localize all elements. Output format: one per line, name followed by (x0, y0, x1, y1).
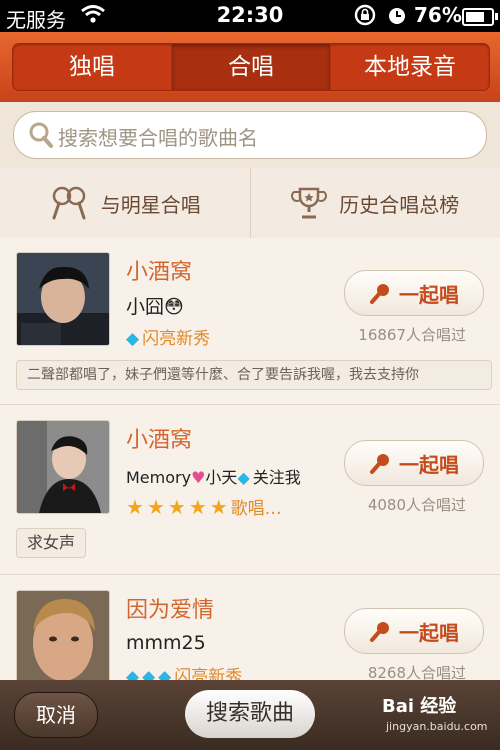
star-duet-label: 与明星合唱 (100, 192, 201, 217)
sing-together-button[interactable]: 一起唱 (344, 270, 484, 316)
cancel-button[interactable]: 取消 (14, 692, 98, 738)
user-name[interactable]: mmm25 (126, 632, 206, 654)
user-name-part: 小天 (205, 468, 238, 487)
quick-actions: 与明星合唱 历史合唱总榜 (0, 168, 500, 239)
diamond-icon: ◆ (126, 329, 140, 349)
heart-icon: ♥ (191, 468, 206, 487)
sing-together-label: 一起唱 (399, 282, 459, 307)
star-duet-button[interactable]: 与明星合唱 (0, 168, 251, 238)
microphone-icon (370, 284, 389, 304)
rotation-lock-icon (352, 3, 378, 32)
search-icon (28, 121, 54, 153)
search-placeholder: 搜索想要合唱的歌曲名 (58, 126, 258, 150)
star-icon: ★ (209, 495, 228, 519)
bottom-toolbar: 取消 搜索歌曲 Bai 经验 jingyan.baidu.com (0, 680, 500, 750)
user-name-part: Memory (126, 468, 192, 487)
microphone-icon (370, 454, 389, 474)
duet-count: 8268人合唱过 (367, 664, 466, 680)
watermark-logo: Bai 经验 (382, 696, 457, 717)
status-bar: 无服务 22:30 76% (0, 0, 500, 32)
avatar[interactable] (16, 590, 110, 680)
battery-percent: 76% (414, 3, 462, 27)
song-title[interactable]: 小酒窝 (126, 254, 192, 286)
sing-together-label: 一起唱 (399, 620, 459, 645)
level-label: 闪亮新秀 (142, 329, 211, 349)
sing-together-button[interactable]: 一起唱 (344, 440, 484, 486)
search-song-button[interactable]: 搜索歌曲 (185, 690, 315, 738)
search-input[interactable]: 搜索想要合唱的歌曲名 (13, 111, 487, 159)
tab-solo[interactable]: 独唱 (13, 44, 172, 90)
avatar[interactable] (16, 252, 110, 346)
star-icon: ★ (188, 495, 207, 519)
battery-fill (466, 12, 484, 22)
microphone-icon (370, 622, 389, 642)
request-tag: 求女声 (16, 528, 87, 558)
list-item[interactable]: 因为爱情 mmm25 ◆ ◆ ◆ 闪亮新秀 一起唱 8268人合唱过 (0, 574, 500, 680)
comment-bubble: 二聲部都唱了，妹子們還等什麼、合了要告訴我喔，我去支持你 (16, 360, 492, 390)
diamond-icon: ◆ (126, 667, 140, 680)
diamond-icon: ◆ (158, 667, 172, 680)
history-rank-label: 历史合唱总榜 (339, 192, 460, 217)
search-area: 搜索想要合唱的歌曲名 (0, 102, 500, 169)
user-level: ★ ★ ★ ★ ★ 歌唱… (126, 494, 282, 519)
microphones-icon (52, 186, 86, 220)
star-icon: ★ (167, 495, 186, 519)
star-icon: ★ (146, 495, 165, 519)
star-rating: ★ ★ ★ ★ ★ (126, 495, 231, 519)
duet-count: 16867人合唱过 (358, 326, 466, 344)
song-title[interactable]: 因为爱情 (126, 592, 214, 624)
user-level: ◆ 闪亮新秀 (126, 324, 210, 349)
duet-list: 小酒窝 小囧😳 ◆ 闪亮新秀 一起唱 16867人合唱过 二聲部都唱了，妹子們還等… (0, 238, 500, 680)
user-name[interactable]: Memory♥小天◆ 关注我 (126, 464, 301, 488)
star-icon: ★ (126, 495, 144, 519)
trophy-icon (291, 187, 328, 219)
list-item[interactable]: 小酒窝 Memory♥小天◆ 关注我 ★ ★ ★ ★ ★ 歌唱… 一起唱 4080人合唱过 … (0, 404, 500, 575)
diamond-icon: ◆ (142, 667, 156, 680)
user-name[interactable]: 小囧😳 (126, 292, 184, 319)
level-label: 闪亮新秀 (174, 667, 243, 680)
duet-count: 4080人合唱过 (367, 496, 466, 514)
watermark-url: jingyan.baidu.com (386, 720, 488, 733)
sing-together-label: 一起唱 (399, 452, 459, 477)
alarm-icon (386, 3, 408, 32)
history-rank-button[interactable]: 历史合唱总榜 (251, 168, 500, 238)
user-level: ◆ ◆ ◆ 闪亮新秀 (126, 662, 242, 680)
segment-tabs: 独唱 合唱 本地录音 (12, 43, 490, 91)
list-item[interactable]: 小酒窝 小囧😳 ◆ 闪亮新秀 一起唱 16867人合唱过 二聲部都唱了，妹子們還等… (0, 238, 500, 405)
header: 独唱 合唱 本地录音 (0, 32, 500, 102)
level-label: 歌唱… (230, 499, 282, 519)
tab-duet[interactable]: 合唱 (172, 44, 331, 90)
song-title[interactable]: 小酒窝 (126, 422, 192, 454)
diamond-icon: ◆ (237, 468, 250, 487)
sing-together-button[interactable]: 一起唱 (344, 608, 484, 654)
battery-icon (462, 8, 498, 26)
user-name-part: 关注我 (252, 468, 301, 487)
avatar[interactable] (16, 420, 110, 514)
tab-local-recordings[interactable]: 本地录音 (331, 44, 489, 90)
